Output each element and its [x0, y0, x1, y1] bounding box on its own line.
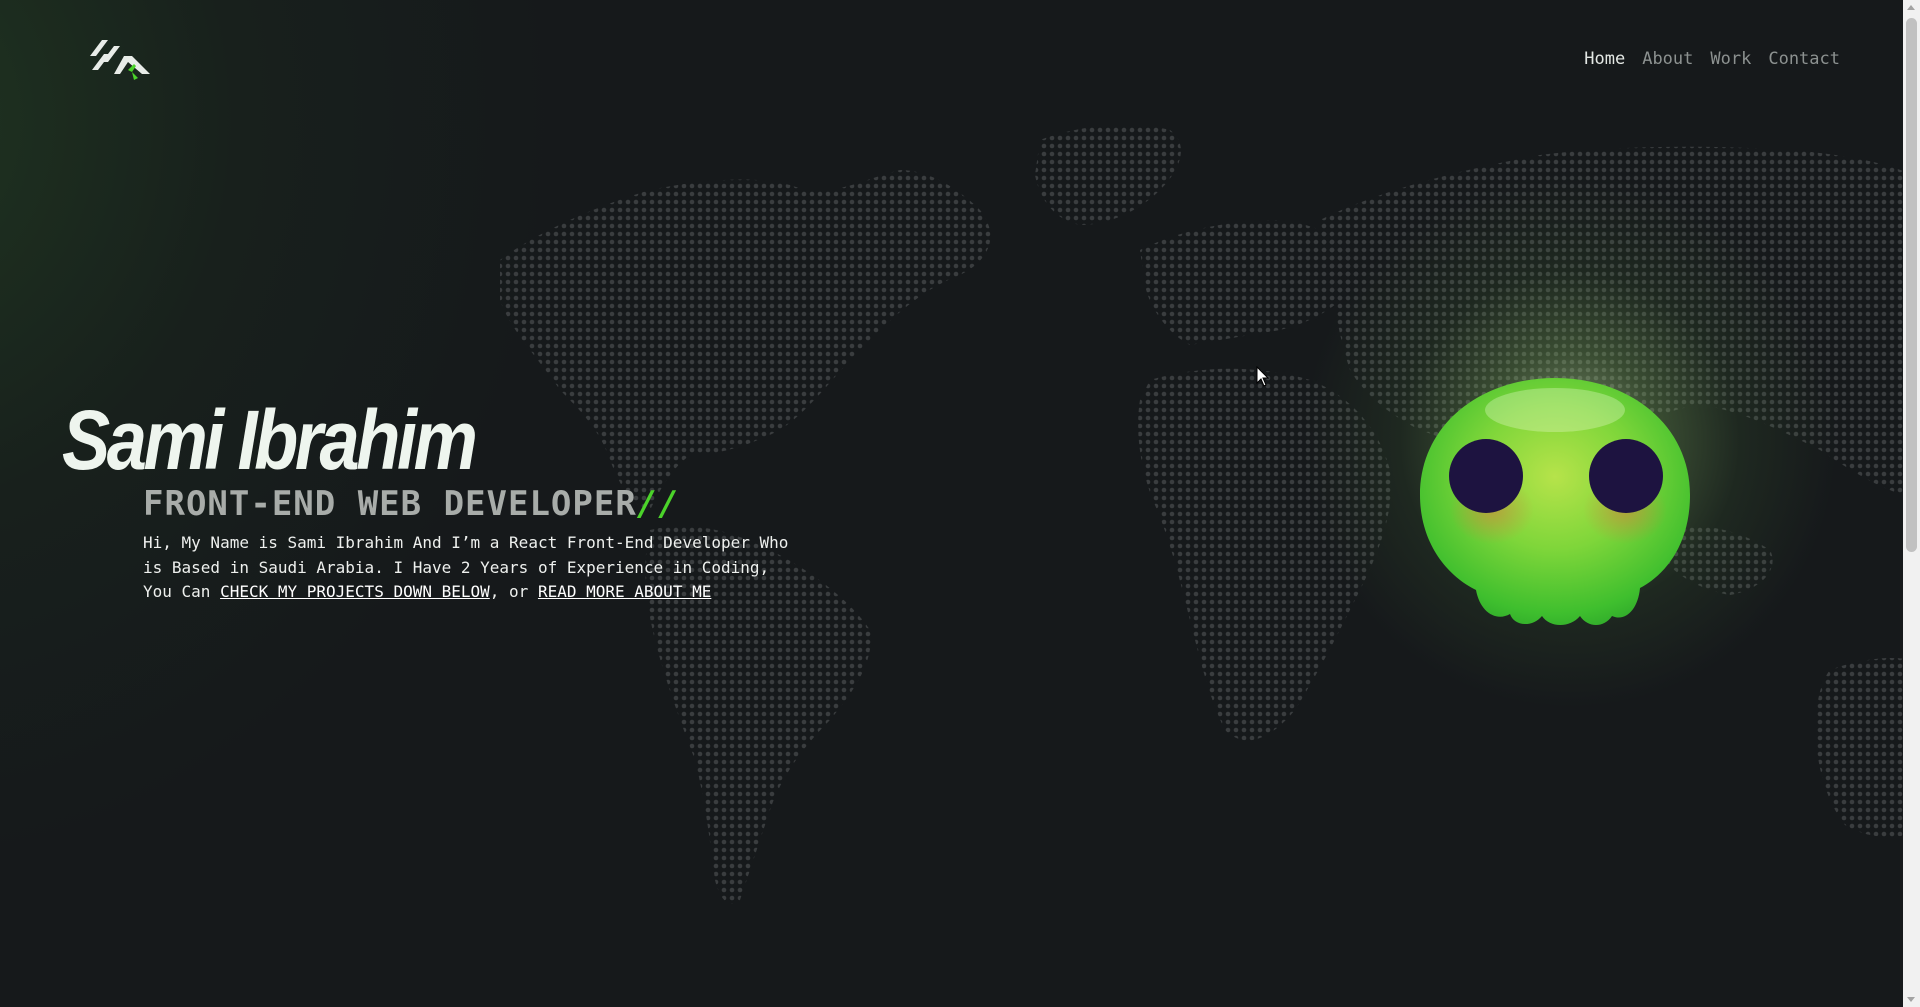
about-me-link[interactable]: READ MORE ABOUT ME [538, 582, 711, 601]
nav-about-link[interactable]: About [1642, 49, 1693, 69]
hero-intro: Hi, My Name is Sami Ibrahim And I’m a Re… [143, 531, 803, 605]
sk-logo-icon[interactable] [88, 36, 158, 86]
nav-home-link[interactable]: Home [1584, 49, 1625, 69]
hero-role: FRONT-END WEB DEVELOPER// [143, 487, 680, 521]
scroll-up-arrow-icon[interactable] [1907, 5, 1915, 10]
scroll-down-arrow-icon[interactable] [1907, 997, 1915, 1002]
hero-role-text: FRONT-END WEB DEVELOPER [143, 484, 637, 524]
hero-name: Sami Ibrahim [62, 393, 478, 487]
page: Home About Work Contact Sami Ibrahim FRO… [0, 0, 1920, 1007]
green-skull-blob-icon [1420, 378, 1690, 625]
nav-work-link[interactable]: Work [1710, 49, 1751, 69]
projects-link[interactable]: CHECK MY PROJECTS DOWN BELOW [220, 582, 490, 601]
scroll-thumb[interactable] [1906, 18, 1917, 552]
hero-role-accent: // [636, 484, 680, 524]
mouse-cursor-icon [1256, 366, 1270, 387]
nav-contact-link[interactable]: Contact [1768, 49, 1840, 69]
main-nav: Home About Work Contact [1584, 49, 1840, 69]
hero-intro-separator: , or [489, 582, 538, 601]
page-scrollbar[interactable] [1903, 0, 1920, 1007]
